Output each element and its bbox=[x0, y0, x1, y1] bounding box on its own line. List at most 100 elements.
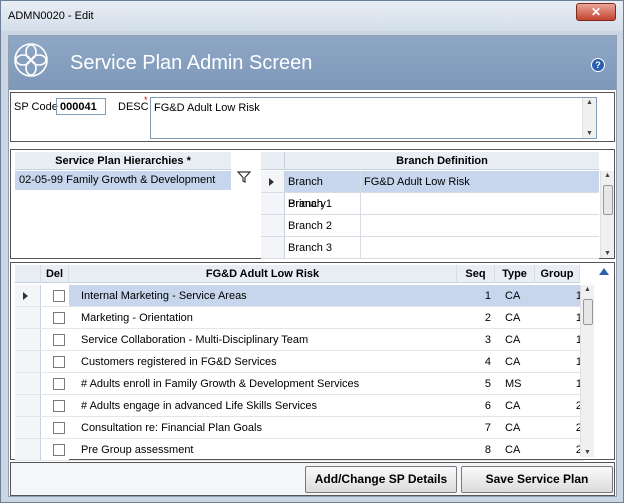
table-row[interactable]: Service Collaboration - Multi-Disciplina… bbox=[15, 329, 584, 351]
branch-definition-grid: Branch Definition Branch Primary FG&D Ad… bbox=[261, 152, 614, 259]
item-name[interactable]: # Adults engage in advanced Life Skills … bbox=[69, 395, 457, 416]
col-header-type[interactable]: Type bbox=[495, 265, 535, 283]
grid-corner bbox=[261, 152, 285, 170]
item-group[interactable]: 1 bbox=[535, 285, 584, 306]
scroll-up-icon[interactable]: ▲ bbox=[584, 286, 591, 293]
branch-value[interactable] bbox=[361, 193, 599, 214]
item-name[interactable]: # Adults enroll in Family Growth & Devel… bbox=[69, 373, 457, 394]
row-indicator bbox=[15, 329, 41, 350]
del-cell bbox=[41, 351, 69, 372]
close-button[interactable]: ✕ bbox=[576, 3, 616, 21]
item-type[interactable]: CA bbox=[495, 439, 535, 460]
hierarchy-code: 02-05-99 bbox=[19, 174, 64, 186]
delete-checkbox[interactable] bbox=[53, 422, 65, 434]
item-type[interactable]: CA bbox=[495, 417, 535, 438]
row-indicator bbox=[15, 373, 41, 394]
item-group[interactable]: 2 bbox=[535, 395, 584, 416]
del-cell bbox=[41, 439, 69, 460]
branch-value[interactable]: FG&D Adult Low Risk bbox=[361, 171, 599, 192]
item-group[interactable]: 1 bbox=[535, 329, 584, 350]
delete-checkbox[interactable] bbox=[53, 356, 65, 368]
item-type[interactable]: MS bbox=[495, 373, 535, 394]
table-row[interactable]: Marketing - Orientation 2 CA 1 bbox=[15, 307, 584, 329]
help-icon[interactable]: ? bbox=[591, 58, 605, 72]
delete-checkbox[interactable] bbox=[53, 290, 65, 302]
item-group[interactable]: 1 bbox=[535, 307, 584, 328]
item-type[interactable]: CA bbox=[495, 307, 535, 328]
scroll-down-icon[interactable]: ▼ bbox=[584, 449, 591, 456]
item-seq[interactable]: 5 bbox=[457, 373, 495, 394]
desc-scrollbar[interactable]: ▲ ▼ bbox=[582, 98, 596, 138]
item-name[interactable]: Consultation re: Financial Plan Goals bbox=[69, 417, 457, 438]
col-header-seq[interactable]: Seq bbox=[457, 265, 495, 283]
table-row[interactable]: Consultation re: Financial Plan Goals 7 CA… bbox=[15, 417, 584, 439]
sp-code-field[interactable]: 000041 bbox=[56, 98, 106, 115]
item-name[interactable]: Customers registered in FG&D Services bbox=[69, 351, 457, 372]
item-type[interactable]: CA bbox=[495, 351, 535, 372]
scroll-down-icon[interactable]: ▼ bbox=[604, 250, 611, 257]
item-type[interactable]: CA bbox=[495, 285, 535, 306]
add-change-sp-details-button[interactable]: Add/Change SP Details bbox=[305, 466, 457, 493]
item-type[interactable]: CA bbox=[495, 395, 535, 416]
item-seq[interactable]: 6 bbox=[457, 395, 495, 416]
delete-checkbox[interactable] bbox=[53, 378, 65, 390]
scroll-thumb[interactable] bbox=[583, 299, 593, 325]
delete-checkbox[interactable] bbox=[53, 444, 65, 456]
hierarchies-header-label: Service Plan Hierarchies bbox=[55, 155, 184, 167]
scroll-thumb[interactable] bbox=[603, 185, 613, 215]
del-cell bbox=[41, 417, 69, 438]
table-row[interactable]: Internal Marketing - Service Areas 1 CA 1 bbox=[15, 285, 584, 307]
scroll-down-icon[interactable]: ▼ bbox=[586, 130, 593, 137]
item-seq[interactable]: 1 bbox=[457, 285, 495, 306]
save-service-plan-button[interactable]: Save Service Plan bbox=[461, 466, 613, 493]
branch-row[interactable]: Branch 3 bbox=[261, 237, 599, 259]
item-group[interactable]: 2 bbox=[535, 439, 584, 460]
branch-value[interactable] bbox=[361, 215, 599, 236]
row-indicator bbox=[261, 193, 285, 214]
table-row[interactable]: Customers registered in FG&D Services 4 CA… bbox=[15, 351, 584, 373]
item-group[interactable]: 1 bbox=[535, 373, 584, 394]
filter-icon[interactable] bbox=[237, 170, 251, 184]
table-row[interactable]: Pre Group assessment 8 CA 2 bbox=[15, 439, 584, 461]
branch-scrollbar[interactable]: ▲ ▼ bbox=[600, 171, 614, 258]
sp-details-panel: SP Code 000041 DESC * FG&D Adult Low Ris… bbox=[10, 92, 615, 142]
branch-row[interactable]: Branch Primary FG&D Adult Low Risk bbox=[261, 171, 599, 210]
branch-value[interactable] bbox=[361, 237, 599, 258]
row-indicator bbox=[261, 171, 285, 192]
delete-checkbox[interactable] bbox=[53, 400, 65, 412]
item-seq[interactable]: 4 bbox=[457, 351, 495, 372]
col-header-del[interactable]: Del bbox=[41, 265, 69, 283]
delete-checkbox[interactable] bbox=[53, 334, 65, 346]
row-indicator bbox=[15, 417, 41, 438]
item-name[interactable]: Marketing - Orientation bbox=[69, 307, 457, 328]
table-row[interactable]: # Adults enroll in Family Growth & Devel… bbox=[15, 373, 584, 395]
item-group[interactable]: 2 bbox=[535, 417, 584, 438]
col-header-group[interactable]: Group bbox=[535, 265, 580, 283]
delete-checkbox[interactable] bbox=[53, 312, 65, 324]
hierarchy-name: Family Growth & Development bbox=[66, 174, 216, 186]
item-seq[interactable]: 2 bbox=[457, 307, 495, 328]
item-seq[interactable]: 3 bbox=[457, 329, 495, 350]
scroll-up-icon[interactable]: ▲ bbox=[604, 172, 611, 179]
item-type[interactable]: CA bbox=[495, 329, 535, 350]
item-name[interactable]: Service Collaboration - Multi-Disciplina… bbox=[69, 329, 457, 350]
title-bar: ADMN0020 - Edit ✕ bbox=[1, 1, 623, 31]
scroll-up-icon[interactable]: ▲ bbox=[586, 99, 593, 106]
hierarchies-required-marker: * bbox=[186, 155, 191, 167]
item-seq[interactable]: 7 bbox=[457, 417, 495, 438]
branch-row[interactable]: Branch 2 bbox=[261, 215, 599, 237]
table-row[interactable]: # Adults engage in advanced Life Skills … bbox=[15, 395, 584, 417]
item-name[interactable]: Pre Group assessment bbox=[69, 439, 457, 460]
service-items-panel: Del FG&D Adult Low Risk Seq Type Group I… bbox=[10, 262, 615, 461]
item-name[interactable]: Internal Marketing - Service Areas bbox=[69, 285, 457, 306]
hierarchies-header: Service Plan Hierarchies * bbox=[15, 152, 231, 170]
items-scrollbar[interactable]: ▲ ▼ bbox=[580, 285, 594, 457]
hierarchy-row[interactable]: 02-05-99 Family Growth & Development bbox=[15, 171, 231, 190]
branch-row[interactable]: Branch 1 bbox=[261, 193, 599, 215]
item-seq[interactable]: 8 bbox=[457, 439, 495, 460]
item-group[interactable]: 1 bbox=[535, 351, 584, 372]
row-indicator bbox=[15, 285, 41, 306]
col-header-name[interactable]: FG&D Adult Low Risk bbox=[69, 265, 457, 283]
sort-ascending-icon[interactable] bbox=[599, 268, 609, 275]
desc-field[interactable]: FG&D Adult Low Risk ▲ ▼ bbox=[150, 97, 597, 139]
